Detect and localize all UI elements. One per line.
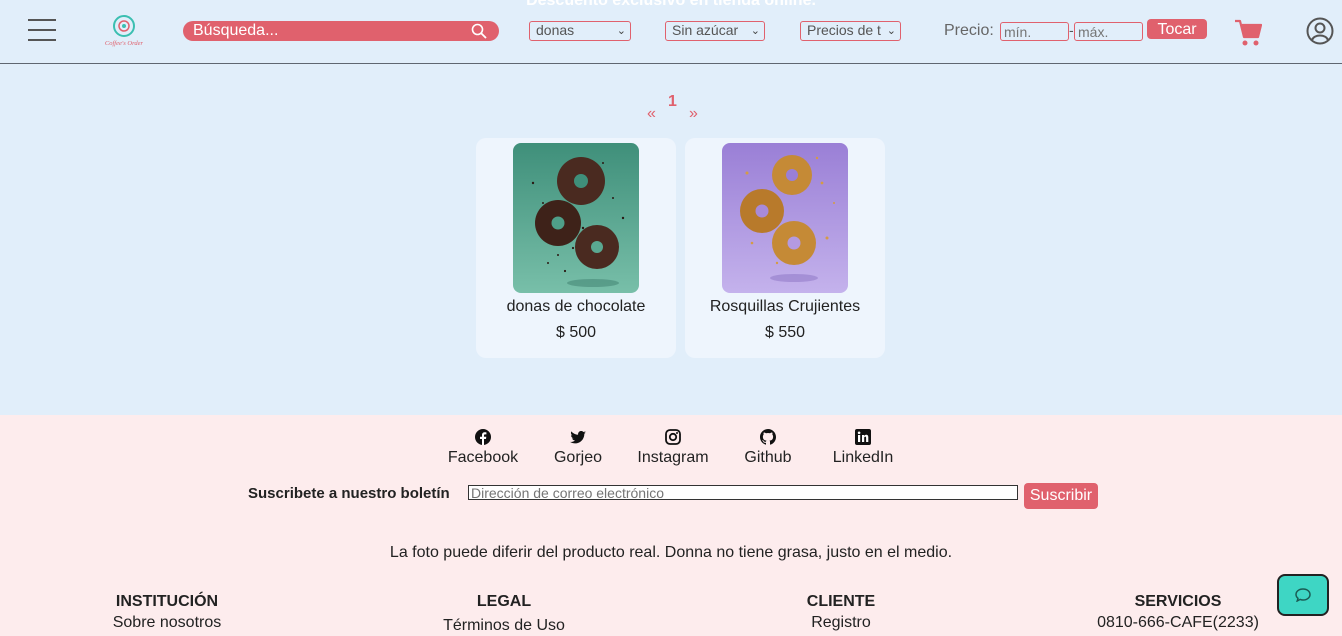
pagination-prev[interactable]: «: [647, 105, 656, 123]
price-sort-select[interactable]: Precios de t ⌄: [800, 21, 901, 41]
product-name[interactable]: donas de chocolate: [476, 298, 676, 316]
footer-column-title: SERVICIOS: [1134, 593, 1222, 610]
facebook-icon: [475, 429, 491, 445]
newsletter-email-input[interactable]: [468, 485, 1018, 500]
sugar-select-value: Sin azúcar: [672, 22, 739, 38]
product-card[interactable]: donas de chocolate $ 500: [476, 138, 676, 358]
linkedin-icon: [855, 429, 871, 445]
chevron-down-icon: ⌄: [616, 25, 626, 37]
footer-column-title: INSTITUCIÓN: [115, 593, 219, 610]
social-label: Gorjeo: [553, 449, 603, 466]
instagram-icon: [665, 429, 681, 445]
footer-column-cliente: CLIENTE Registro: [741, 593, 941, 632]
chat-bubble-icon: [1295, 588, 1311, 602]
footer-link[interactable]: Términos de Uso: [404, 617, 604, 635]
price-filter-button[interactable]: Tocar: [1147, 19, 1207, 39]
pagination-next[interactable]: »: [689, 105, 698, 123]
price-label: Precio:: [944, 22, 994, 39]
twitter-icon: [570, 431, 586, 444]
social-label: Instagram: [637, 449, 709, 466]
footer-link[interactable]: Registro: [741, 614, 941, 632]
pagination: « 1 »: [0, 93, 1342, 123]
footer-link[interactable]: Sobre nosotros: [67, 614, 267, 632]
product-image[interactable]: [513, 143, 639, 293]
disclaimer-text: La foto puede diferir del producto real.…: [389, 544, 953, 561]
search-bar: [183, 21, 499, 41]
price-sort-select-value: Precios de t: [807, 22, 881, 38]
social-link-linkedin[interactable]: LinkedIn: [830, 429, 896, 467]
category-select-value: donas: [536, 22, 575, 38]
subscribe-button[interactable]: Suscribir: [1024, 483, 1098, 509]
logo[interactable]: Coffee's Order: [99, 14, 149, 48]
footer-phone[interactable]: 0810-666-CAFE(2233): [1078, 614, 1278, 632]
category-select[interactable]: donas ⌄: [529, 21, 631, 41]
social-label: Facebook: [447, 449, 519, 466]
product-card[interactable]: Rosquillas Crujientes $ 550: [685, 138, 885, 358]
footer-column-legal: LEGAL Términos de Uso: [404, 593, 604, 635]
footer-column-title: CLIENTE: [806, 593, 876, 610]
newsletter-label: Suscribete a nuestro boletín: [248, 485, 450, 502]
social-link-instagram[interactable]: Instagram: [636, 429, 710, 467]
product-image[interactable]: [722, 143, 848, 293]
user-account-icon[interactable]: [1306, 17, 1334, 45]
footer-column-title: LEGAL: [476, 593, 532, 610]
footer-column-institucion: INSTITUCIÓN Sobre nosotros: [67, 593, 267, 632]
product-name[interactable]: Rosquillas Crujientes: [685, 298, 885, 316]
github-icon: [760, 429, 776, 445]
chat-button[interactable]: [1277, 574, 1329, 616]
price-min-input[interactable]: [1000, 22, 1069, 41]
cart-icon[interactable]: [1234, 17, 1262, 47]
footer: Facebook Gorjeo Instagram Github LinkedI…: [0, 415, 1342, 636]
pagination-current-page[interactable]: 1: [668, 93, 677, 111]
top-navbar: Descuento exclusivo en tienda online. Co…: [0, 0, 1342, 64]
hamburger-menu-icon[interactable]: [28, 19, 56, 43]
chevron-down-icon: ⌄: [886, 25, 896, 37]
promo-banner: Descuento exclusivo en tienda online.: [526, 0, 816, 9]
product-price: $ 500: [555, 324, 597, 341]
social-label: LinkedIn: [832, 449, 894, 466]
logo-text: Coffee's Order: [105, 40, 144, 47]
price-separator: -: [1069, 22, 1074, 38]
search-icon[interactable]: [471, 23, 487, 39]
chevron-down-icon: ⌄: [750, 25, 760, 37]
sugar-select[interactable]: Sin azúcar ⌄: [665, 21, 765, 41]
social-label: Github: [744, 449, 792, 466]
search-input[interactable]: [193, 21, 453, 41]
price-max-input[interactable]: [1074, 22, 1143, 41]
product-price: $ 550: [764, 324, 806, 341]
social-link-facebook[interactable]: Facebook: [447, 429, 519, 467]
social-link-twitter[interactable]: Gorjeo: [553, 429, 603, 467]
social-link-github[interactable]: Github: [742, 429, 794, 467]
footer-column-servicios: SERVICIOS 0810-666-CAFE(2233): [1078, 593, 1278, 632]
